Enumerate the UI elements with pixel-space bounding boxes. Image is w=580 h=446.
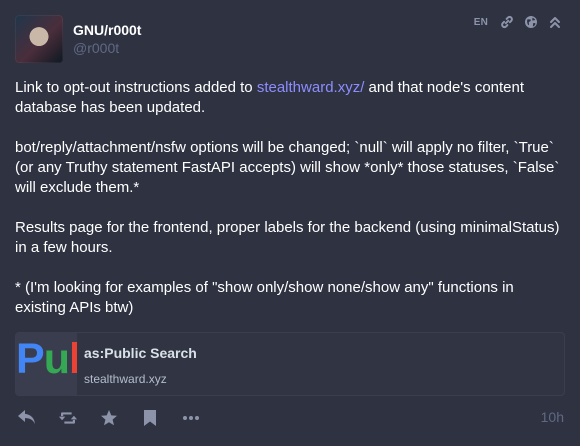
boost-icon[interactable] [58, 408, 78, 428]
link-preview-title: as:Public Search [84, 345, 197, 361]
status-header-icons: EN [474, 15, 562, 29]
thumbnail-logo-letter: P [16, 335, 45, 383]
content-paragraph: * (I'm looking for examples of "show onl… [15, 279, 514, 316]
thumbnail-logo-letter: b [69, 335, 77, 383]
language-badge: EN [473, 16, 488, 28]
display-name[interactable]: GNU/r000t [73, 22, 141, 38]
status-action-bar [17, 408, 222, 428]
timestamp[interactable]: 10h [541, 409, 564, 425]
content-text: Link to opt-out instructions added to [15, 79, 257, 96]
link-preview-card[interactable]: Pub as:Public Search stealthward.xyz [15, 332, 565, 396]
globe-icon[interactable] [524, 15, 538, 29]
status-card: GNU/r000t @r000t EN Link to opt-out inst… [0, 0, 580, 446]
reply-icon[interactable] [17, 408, 37, 428]
collapse-icon[interactable] [548, 15, 562, 29]
favourite-icon[interactable] [99, 408, 119, 428]
link-preview-thumbnail: Pub [16, 333, 77, 395]
link-preview-host: stealthward.xyz [84, 372, 167, 386]
link-icon[interactable] [500, 15, 514, 29]
username[interactable]: @r000t [73, 40, 119, 56]
status-content: Link to opt-out instructions added to st… [15, 78, 565, 338]
thumbnail-logo: Pub [16, 335, 77, 384]
more-icon[interactable] [181, 408, 201, 428]
content-paragraph: Link to opt-out instructions added to st… [15, 78, 565, 118]
bookmark-icon[interactable] [140, 408, 160, 428]
content-link[interactable]: stealthward.xyz/ [257, 79, 365, 96]
avatar[interactable] [15, 15, 63, 63]
content-paragraph: bot/reply/attachment/nsfw options will b… [15, 139, 560, 196]
thumbnail-logo-letter: u [43, 335, 70, 383]
content-paragraph: Results page for the frontend, proper la… [15, 219, 560, 256]
